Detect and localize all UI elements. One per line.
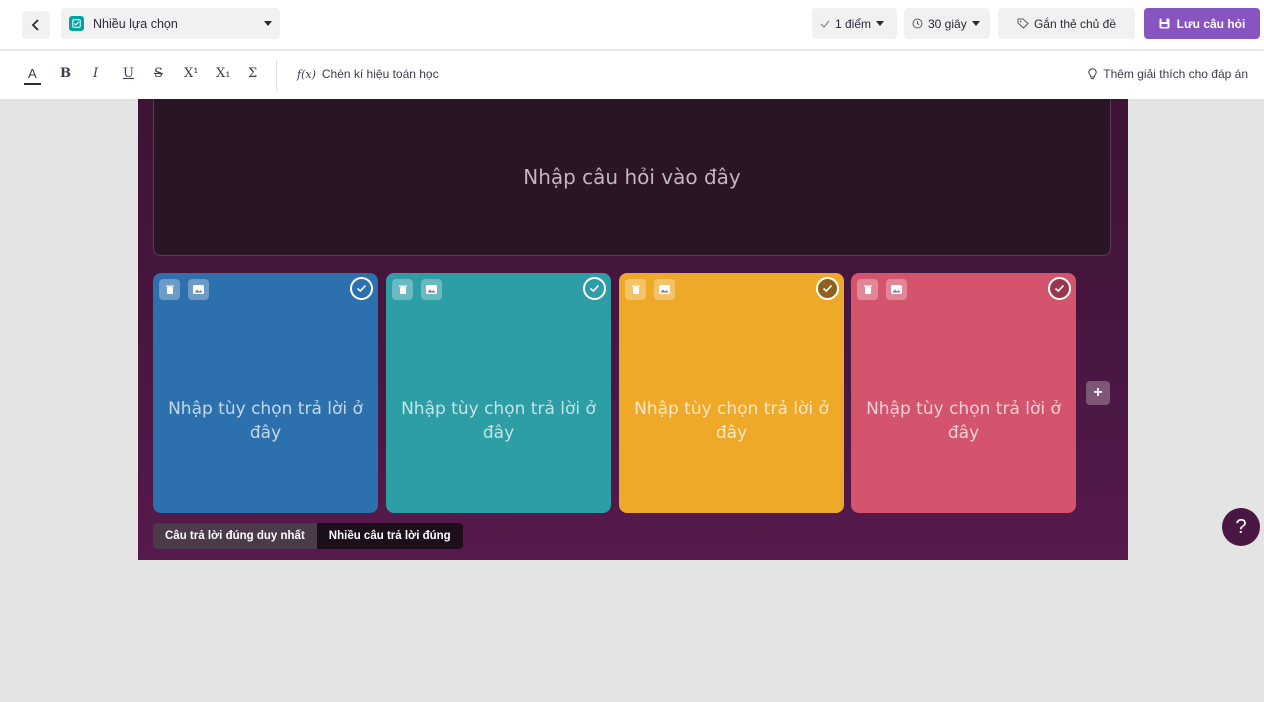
time-select[interactable]: 30 giây [904,8,990,39]
image-icon[interactable] [886,279,907,300]
question-type-select[interactable]: Nhiều lựa chọn [61,8,280,39]
correct-answer-toggle[interactable] [350,277,373,300]
italic-button[interactable]: I [93,66,98,81]
image-icon[interactable] [188,279,209,300]
insert-math-button[interactable]: f(x) Chèn kí hiệu toán học [297,67,439,81]
answer-option-4[interactable]: Nhập tùy chọn trả lời ở đây [851,273,1076,513]
save-question-label: Lưu câu hỏi [1176,16,1246,31]
multiple-correct-option[interactable]: Nhiều câu trả lời đúng [317,523,463,549]
check-icon [356,284,367,293]
image-icon[interactable] [654,279,675,300]
check-icon [589,284,600,293]
points-select[interactable]: 1 điểm [812,8,897,39]
chevron-down-icon [971,21,980,26]
strikethrough-button[interactable]: S [154,66,163,81]
add-explanation-button[interactable]: Thêm giải thích cho đáp án [1088,67,1248,81]
question-input[interactable]: Nhập câu hỏi vào đây [153,99,1111,256]
question-placeholder: Nhập câu hỏi vào đây [523,165,741,189]
clock-icon [912,18,923,29]
single-correct-option[interactable]: Câu trả lời đúng duy nhất [153,523,317,549]
correct-answer-toggle[interactable] [1048,277,1071,300]
answer-option-2[interactable]: Nhập tùy chọn trả lời ở đây [386,273,611,513]
answer-mode-toggle: Câu trả lời đúng duy nhất Nhiều câu trả … [153,523,463,549]
insert-math-label: Chèn kí hiệu toán học [321,67,439,81]
tag-topic-button[interactable]: Gắn thẻ chủ đề [998,8,1135,39]
bold-button[interactable]: B [60,66,71,81]
add-option-button[interactable]: + [1086,381,1110,405]
question-type-label: Nhiều lựa chọn [93,16,178,31]
correct-answer-toggle[interactable] [816,277,839,300]
answer-placeholder: Nhập tùy chọn trả lời ở đây [866,399,1061,443]
function-icon: f(x) [297,67,316,81]
trash-icon[interactable] [159,279,180,300]
toolbar-divider [276,59,277,91]
question-mark-icon: ? [1235,515,1247,538]
save-question-button[interactable]: Lưu câu hỏi [1144,8,1260,39]
answer-option-1[interactable]: Nhập tùy chọn trả lời ở đây [153,273,378,513]
multiple-choice-icon [69,16,84,31]
chevron-down-icon [264,21,272,26]
trash-icon[interactable] [857,279,878,300]
check-icon [822,284,833,293]
superscript-button[interactable]: X¹ [184,66,198,81]
check-icon [820,20,830,28]
underline-button[interactable]: U [123,66,134,81]
back-button[interactable] [22,11,50,39]
help-button[interactable]: ? [1222,508,1260,546]
answer-placeholder: Nhập tùy chọn trả lời ở đây [401,399,596,443]
add-explanation-label: Thêm giải thích cho đáp án [1103,67,1248,81]
image-icon[interactable] [421,279,442,300]
top-bar: Nhiều lựa chọn 1 điểm 30 giây Gắn thẻ ch… [0,0,1264,50]
subscript-button[interactable]: X₁ [216,66,230,81]
tag-icon [1017,18,1029,29]
trash-icon[interactable] [625,279,646,300]
question-editor: Nhập câu hỏi vào đây Nhập tùy chọn trả l… [138,99,1128,560]
format-toolbar: A B I U S X¹ X₁ Σ f(x) Chèn kí hiệu toán… [0,51,1264,99]
check-icon [1054,284,1065,293]
answer-option-3[interactable]: Nhập tùy chọn trả lời ở đây [619,273,844,513]
trash-icon[interactable] [392,279,413,300]
correct-answer-toggle[interactable] [583,277,606,300]
symbol-button[interactable]: Σ [248,66,257,81]
lightbulb-icon [1088,68,1097,80]
chevron-left-icon [31,19,39,31]
save-icon [1159,18,1170,29]
chevron-down-icon [876,21,885,26]
plus-icon: + [1093,384,1103,401]
tag-topic-label: Gắn thẻ chủ đề [1033,16,1117,31]
time-label: 30 giây [928,16,967,31]
text-color-button[interactable]: A [24,66,41,85]
points-label: 1 điểm [835,16,872,31]
answer-placeholder: Nhập tùy chọn trả lời ở đây [168,399,363,443]
answer-placeholder: Nhập tùy chọn trả lời ở đây [634,399,829,443]
